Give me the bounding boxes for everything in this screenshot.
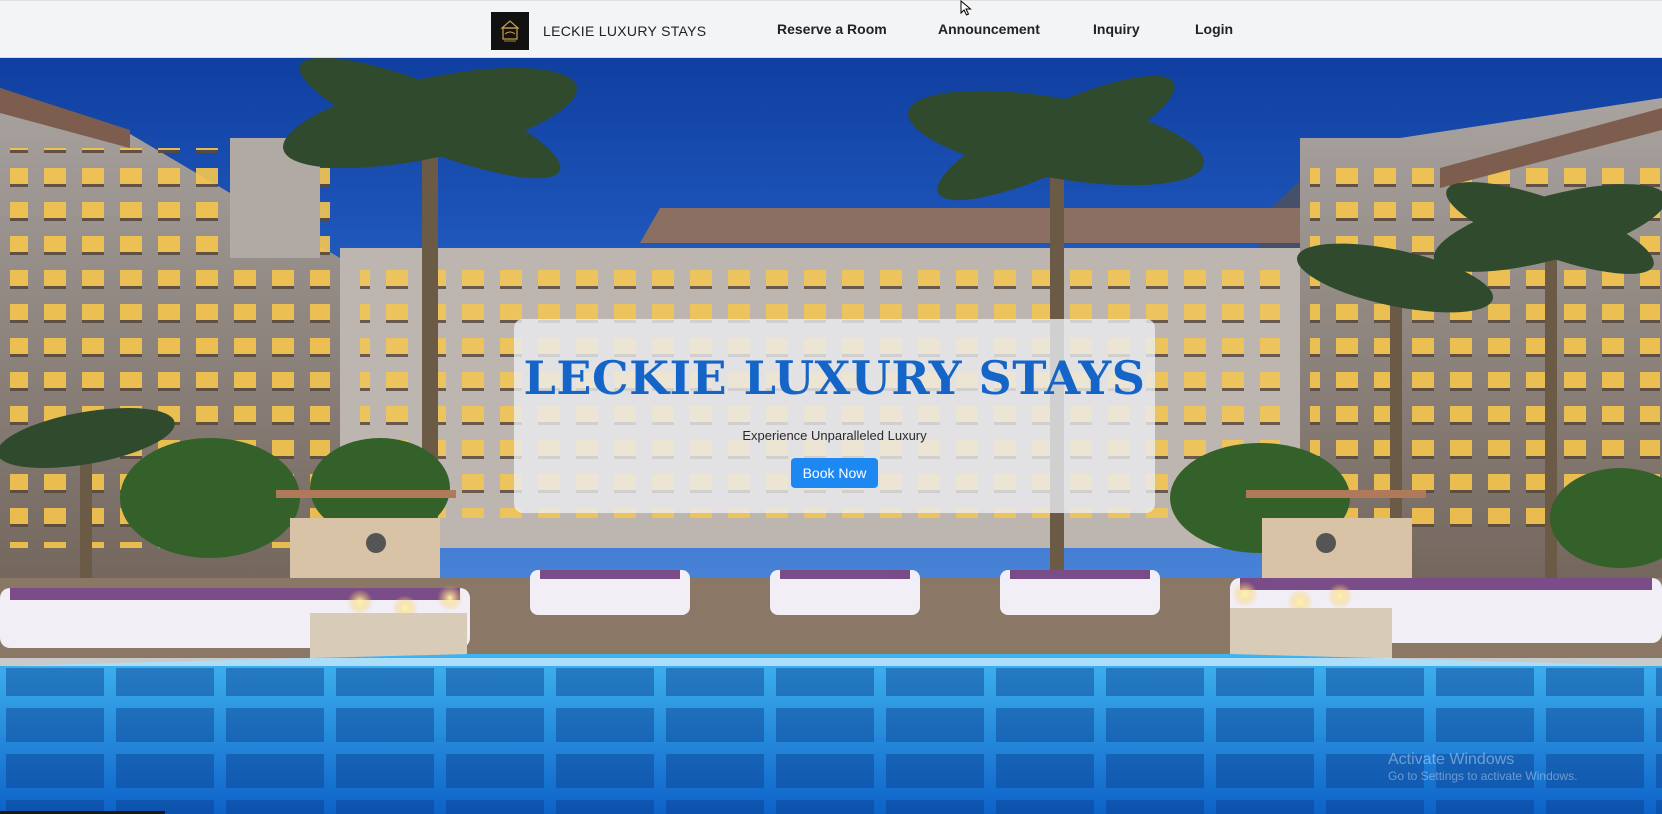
main-nav: Reserve a Room Announcement Inquiry Logi… — [0, 1, 1662, 59]
nav-link-login[interactable]: Login — [1195, 21, 1233, 37]
hero-subtitle: Experience Unparalleled Luxury — [742, 428, 927, 443]
nav-link-announcement[interactable]: Announcement — [938, 21, 1040, 37]
watermark-subtitle: Go to Settings to activate Windows. — [1388, 769, 1578, 783]
hero-title: LECKIE LUXURY STAYS — [523, 351, 1146, 405]
hero-card: LECKIE LUXURY STAYS Experience Unparalle… — [514, 319, 1155, 513]
nav-link-inquiry[interactable]: Inquiry — [1093, 21, 1140, 37]
activate-windows-watermark: Activate Windows Go to Settings to activ… — [1388, 750, 1577, 784]
book-now-button[interactable]: Book Now — [791, 458, 878, 488]
mouse-pointer-icon — [960, 0, 972, 16]
watermark-title: Activate Windows — [1388, 751, 1515, 768]
hero-section: LECKIE LUXURY STAYS Experience Unparalle… — [0, 58, 1662, 814]
nav-link-reserve-room[interactable]: Reserve a Room — [777, 21, 887, 37]
navbar: LECKIE LUXURY STAYS Reserve a Room Annou… — [0, 0, 1662, 58]
